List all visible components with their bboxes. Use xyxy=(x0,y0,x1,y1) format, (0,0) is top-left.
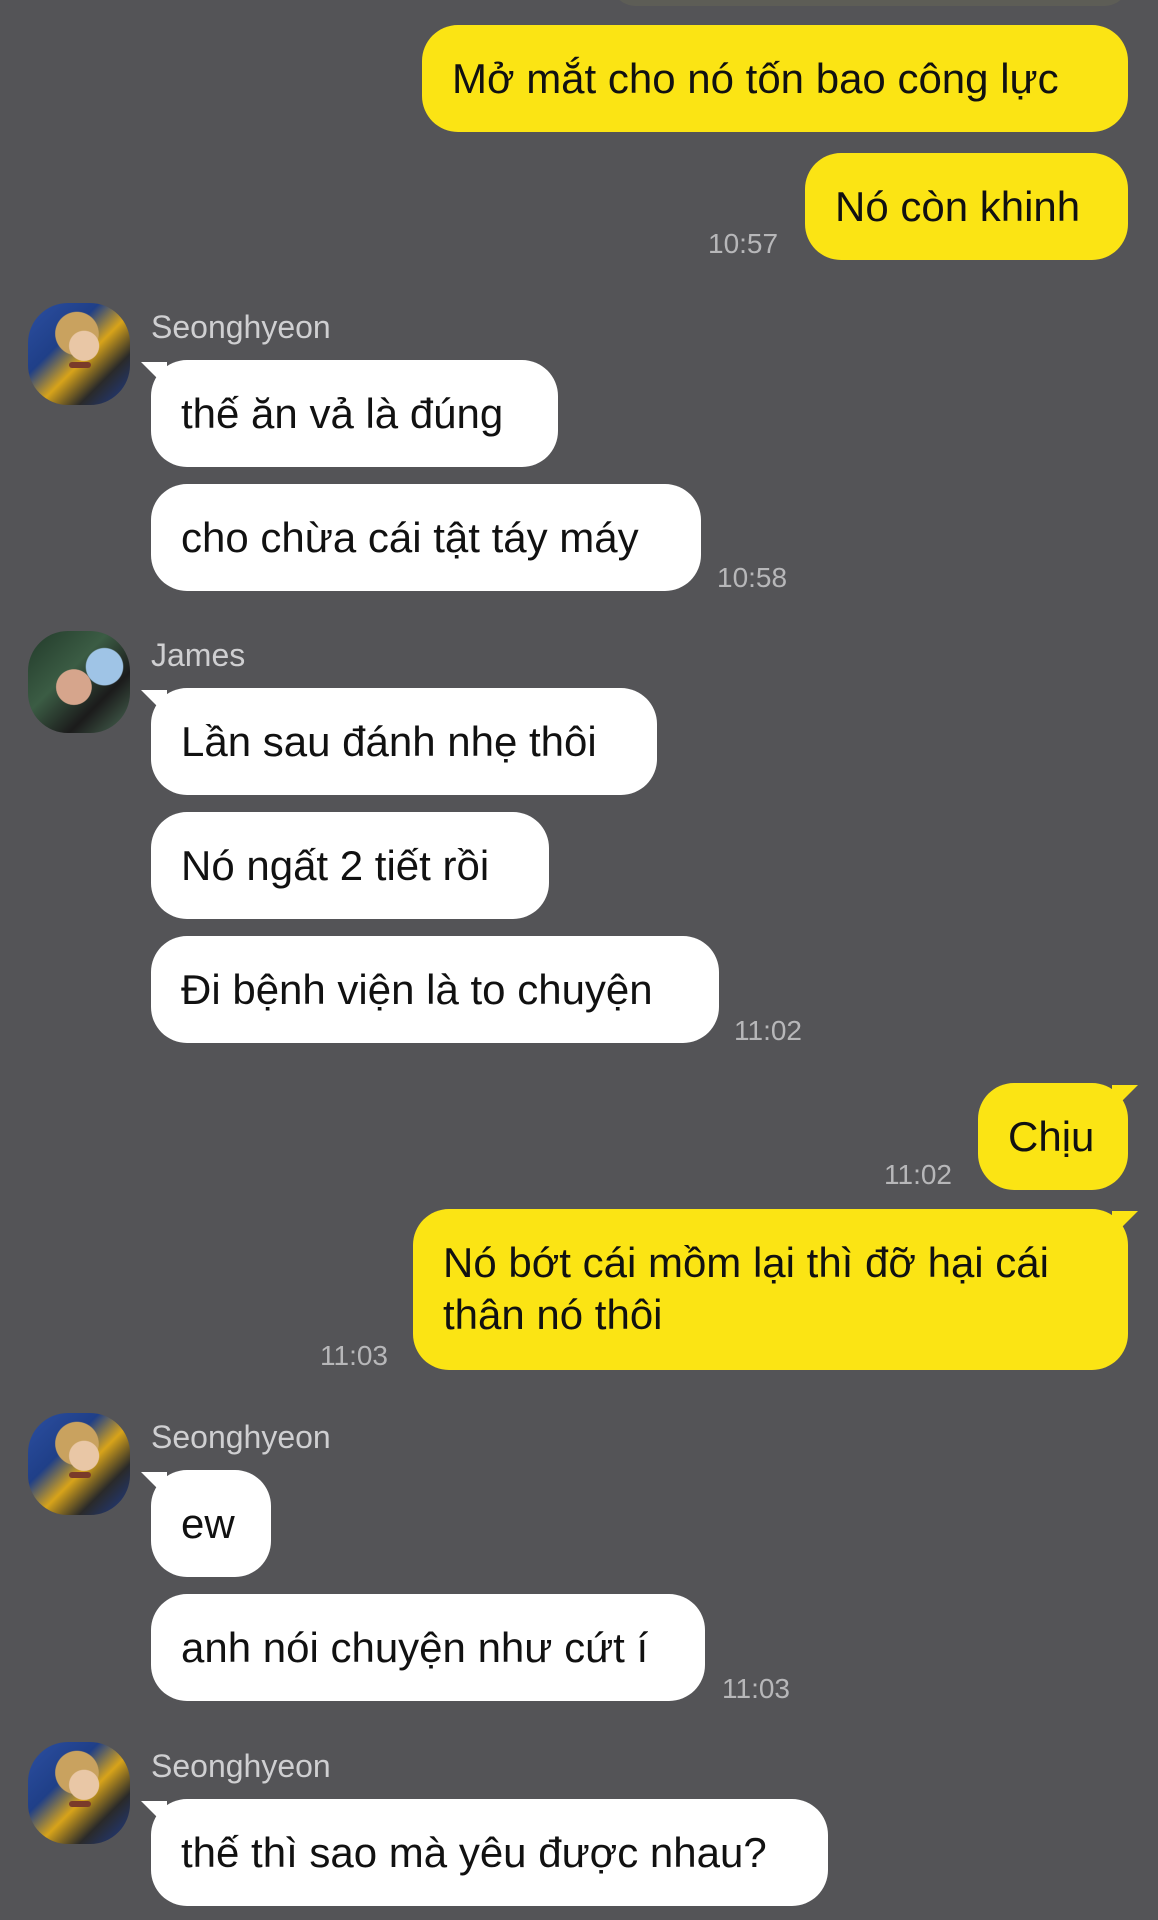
message-text: Chịu xyxy=(1008,1112,1095,1160)
message-text: Nó bớt cái mồm lại thì đỡ hại cái thân n… xyxy=(443,1239,1049,1338)
message-text: Nó còn khinh xyxy=(835,182,1081,230)
sender-name: Seonghyeon xyxy=(151,309,331,345)
avatar-mouth xyxy=(68,362,91,369)
outgoing-message[interactable]: Nó bớt cái mồm lại thì đỡ hại cái thân n… xyxy=(413,1209,1128,1370)
message-text: Mở mắt cho nó tốn bao công lực xyxy=(452,54,1059,102)
message-text: Nó ngất 2 tiết rồi xyxy=(181,841,490,889)
avatar-mouth xyxy=(68,1801,91,1808)
outgoing-message[interactable]: Chịu xyxy=(978,1083,1128,1190)
message-text: cho chừa cái tật táy máy xyxy=(181,513,639,561)
incoming-message[interactable]: Lần sau đánh nhẹ thôi xyxy=(151,688,657,795)
message-timestamp: 11:02 xyxy=(884,1159,952,1190)
incoming-message[interactable]: cho chừa cái tật táy máy xyxy=(151,484,701,591)
incoming-message[interactable]: ew xyxy=(151,1470,271,1577)
avatar-seonghyeon[interactable] xyxy=(28,1742,130,1844)
avatar-seonghyeon[interactable] xyxy=(28,1413,130,1515)
chat-view: Mở mắt cho nó tốn bao công lực Nó còn kh… xyxy=(0,0,1158,1920)
outgoing-message[interactable]: Mở mắt cho nó tốn bao công lực xyxy=(422,25,1128,132)
previous-message-edge xyxy=(610,0,1130,6)
sender-name: Seonghyeon xyxy=(151,1748,331,1784)
avatar-mouth xyxy=(68,1472,91,1479)
sender-name: James xyxy=(151,637,246,673)
incoming-message[interactable]: Nó ngất 2 tiết rồi xyxy=(151,812,549,919)
message-timestamp: 10:58 xyxy=(717,562,788,593)
message-text: thế thì sao mà yêu được nhau? xyxy=(181,1828,767,1876)
incoming-message[interactable]: thế ăn vả là đúng xyxy=(151,360,558,467)
message-timestamp: 11:03 xyxy=(320,1340,388,1371)
message-text: Đi bệnh viện là to chuyện xyxy=(181,965,653,1013)
incoming-message[interactable]: Đi bệnh viện là to chuyện xyxy=(151,936,719,1043)
incoming-message[interactable]: thế thì sao mà yêu được nhau? xyxy=(151,1799,828,1906)
message-timestamp: 10:57 xyxy=(708,228,779,259)
message-text: ew xyxy=(181,1499,235,1547)
message-text: anh nói chuyện như cứt í xyxy=(181,1623,649,1671)
message-timestamp: 11:03 xyxy=(722,1673,790,1704)
sender-name: Seonghyeon xyxy=(151,1419,331,1455)
message-text: thế ăn vả là đúng xyxy=(181,389,504,437)
message-text: Lần sau đánh nhẹ thôi xyxy=(181,717,597,765)
avatar-james[interactable] xyxy=(28,631,130,733)
incoming-message[interactable]: anh nói chuyện như cứt í xyxy=(151,1594,705,1701)
avatar-seonghyeon[interactable] xyxy=(28,303,130,405)
outgoing-message[interactable]: Nó còn khinh xyxy=(805,153,1128,260)
message-timestamp: 11:02 xyxy=(734,1015,802,1046)
